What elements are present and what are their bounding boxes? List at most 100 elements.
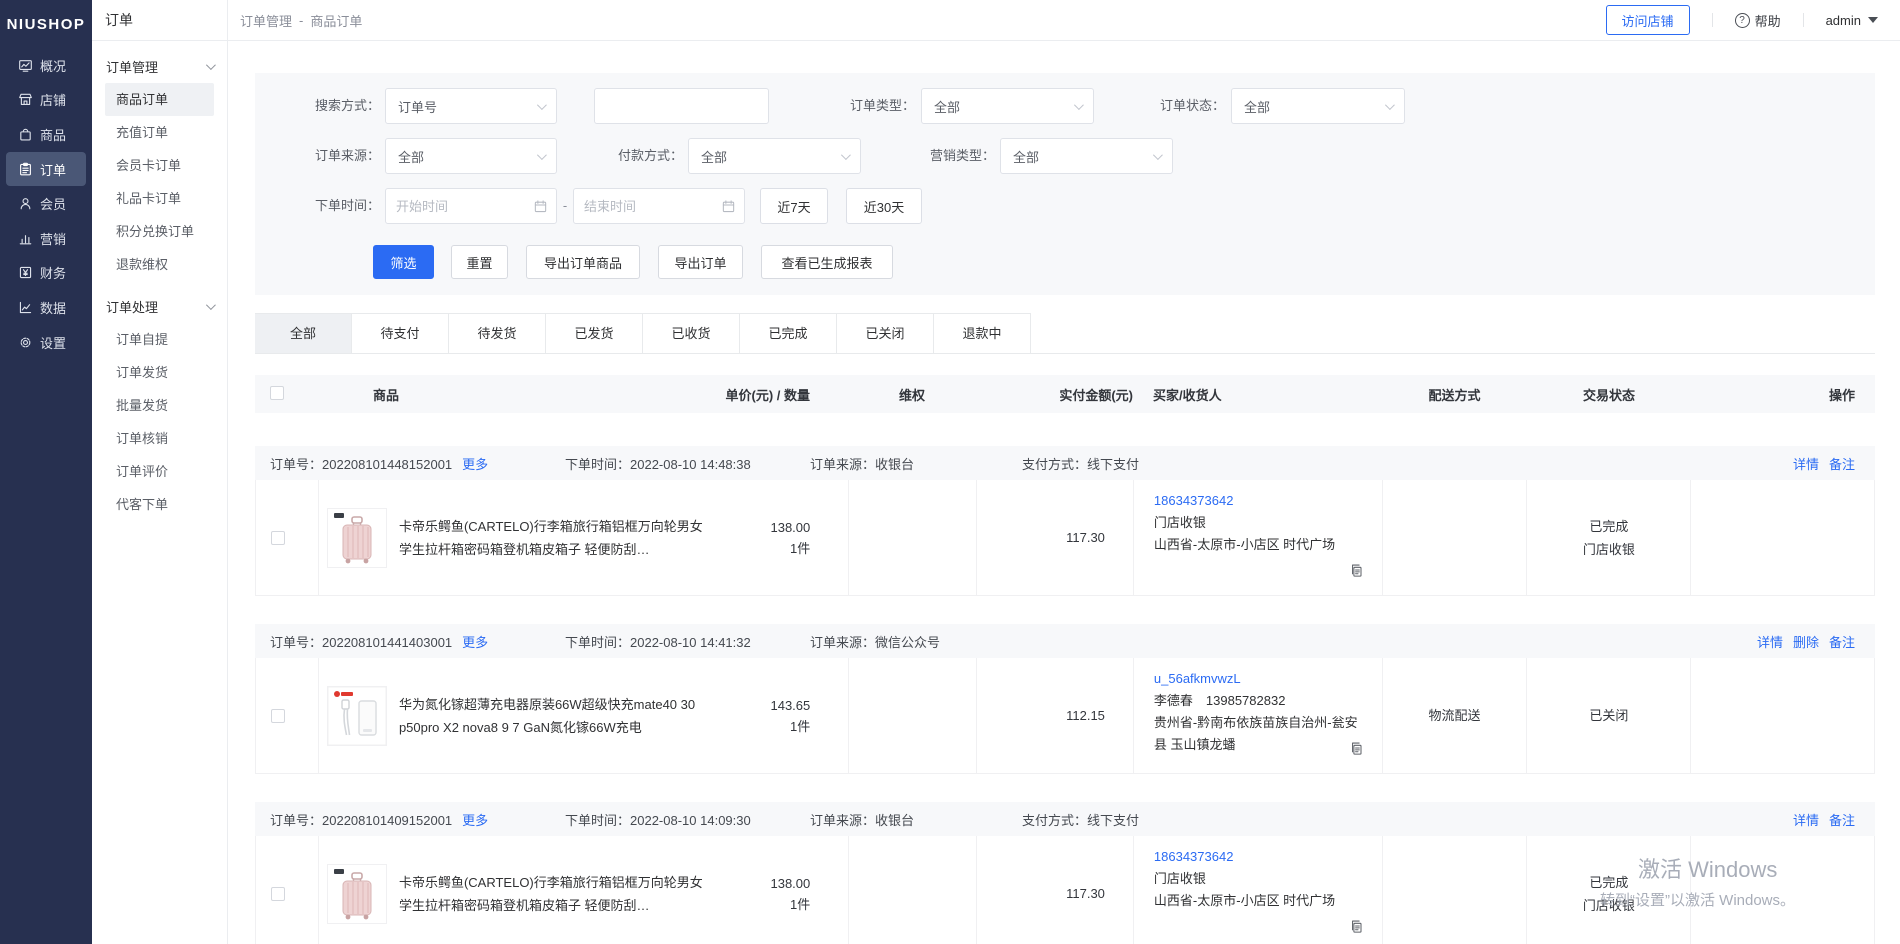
order-action-link[interactable]: 详情: [1793, 457, 1819, 472]
trade-status-line: 已完成: [1589, 515, 1628, 538]
order-action-link[interactable]: 备注: [1829, 813, 1855, 828]
submenu-group-header[interactable]: 订单管理: [92, 50, 227, 83]
sidebar-item[interactable]: 数据: [0, 290, 92, 325]
status-tab[interactable]: 已收货: [643, 313, 740, 353]
order-action-link[interactable]: 删除: [1793, 635, 1819, 650]
filter-button[interactable]: 筛选: [373, 245, 434, 279]
select-all-cell: [255, 386, 317, 403]
end-date-field[interactable]: [573, 188, 745, 224]
top-bar: 订单管理 - 商品订单 访问店铺 ? 帮助 admin: [228, 0, 1900, 41]
product-qty: 1件: [770, 538, 810, 559]
status-tab[interactable]: 待支付: [352, 313, 449, 353]
start-date-field[interactable]: [385, 188, 557, 224]
sidebar-item[interactable]: 概况: [0, 48, 92, 83]
pay-type-value: 全部: [701, 147, 727, 166]
more-link[interactable]: 更多: [462, 457, 488, 472]
status-tab[interactable]: 已发货: [546, 313, 643, 353]
order-action-link[interactable]: 详情: [1793, 813, 1819, 828]
start-date-input[interactable]: [396, 199, 533, 214]
promotion-type-select[interactable]: 全部: [1000, 138, 1173, 174]
order-action-link[interactable]: 备注: [1829, 635, 1855, 650]
product-image: [327, 686, 387, 746]
search-input[interactable]: [594, 88, 769, 124]
sidebar-item[interactable]: 订单: [6, 152, 86, 187]
app-logo: NIUSHOP: [0, 0, 92, 48]
trade-status-line: 门店收银: [1583, 894, 1635, 917]
help-link[interactable]: ? 帮助: [1735, 11, 1781, 30]
row-checkbox[interactable]: [271, 887, 285, 901]
col-trade-status: 交易状态: [1527, 385, 1691, 404]
buyer-name-link[interactable]: u_56afkmvwzL: [1154, 668, 1362, 690]
copy-address-icon[interactable]: [1349, 741, 1364, 763]
submenu-item[interactable]: 订单自提: [92, 323, 227, 356]
export-order-goods-button[interactable]: 导出订单商品: [526, 245, 640, 279]
submenu-item[interactable]: 退款维权: [92, 248, 227, 281]
more-link[interactable]: 更多: [462, 813, 488, 828]
sidebar-item[interactable]: 店铺: [0, 83, 92, 118]
row-checkbox[interactable]: [271, 709, 285, 723]
copy-address-icon[interactable]: [1349, 563, 1364, 585]
order-action-link[interactable]: 备注: [1829, 457, 1855, 472]
submenu-item[interactable]: 订单评价: [92, 455, 227, 488]
submenu-item[interactable]: 礼品卡订单: [92, 182, 227, 215]
submenu-item[interactable]: 代客下单: [92, 488, 227, 521]
status-tab[interactable]: 退款中: [934, 313, 1031, 353]
promotion-type-value: 全部: [1013, 147, 1039, 166]
sidebar-item[interactable]: 会员: [0, 186, 92, 221]
submenu-item[interactable]: 订单核销: [92, 422, 227, 455]
refund-cell: [848, 658, 976, 773]
more-link[interactable]: 更多: [462, 635, 488, 650]
primary-sidebar: NIUSHOP 概况 店铺 商品: [0, 0, 92, 944]
operations-cell: [1690, 480, 1874, 595]
row-checkbox[interactable]: [271, 531, 285, 545]
order-action-link[interactable]: 详情: [1757, 635, 1783, 650]
submenu-item[interactable]: 会员卡订单: [92, 149, 227, 182]
status-tab[interactable]: 待发货: [449, 313, 546, 353]
order-type-value: 全部: [934, 97, 960, 116]
sidebar-item[interactable]: 财务: [0, 256, 92, 291]
submenu-item[interactable]: 商品订单: [105, 83, 214, 116]
status-tab[interactable]: 已关闭: [837, 313, 934, 353]
chevron-down-icon: [1153, 150, 1163, 160]
search-type-select[interactable]: 订单号: [385, 88, 557, 124]
reset-button[interactable]: 重置: [451, 245, 508, 279]
submenu-group-header[interactable]: 订单处理: [92, 290, 227, 323]
row-checkbox-cell: [256, 658, 318, 773]
order-meta-bar: 订单号：202208101409152001更多 下单时间：2022-08-10…: [255, 802, 1875, 836]
status-tab[interactable]: 全部: [255, 313, 352, 353]
delivery-cell: [1382, 836, 1527, 944]
last-30-days-button[interactable]: 近30天: [846, 188, 922, 224]
order-no: 订单号：202208101448152001更多: [270, 454, 565, 473]
submenu-item[interactable]: 积分兑换订单: [92, 215, 227, 248]
submenu-item[interactable]: 批量发货: [92, 389, 227, 422]
sidebar-item[interactable]: 商品: [0, 117, 92, 152]
pay-type-select[interactable]: 全部: [688, 138, 861, 174]
end-date-input[interactable]: [584, 199, 721, 214]
price-qty: 138.00 1件: [770, 873, 848, 915]
visit-shop-button[interactable]: 访问店铺: [1606, 5, 1690, 35]
row-checkbox-cell: [256, 480, 318, 595]
sidebar-item-icon: [17, 126, 33, 142]
submenu-item[interactable]: 订单发货: [92, 356, 227, 389]
sidebar-item[interactable]: 设置: [0, 325, 92, 360]
order-source-value: 全部: [398, 147, 424, 166]
status-tab[interactable]: 已完成: [740, 313, 837, 353]
table-header: 商品 单价(元) / 数量 维权 实付金额(元) 买家/收货人 配送方式 交易状…: [255, 375, 1875, 413]
sidebar-item[interactable]: 营销: [0, 221, 92, 256]
buyer-name-link[interactable]: 18634373642: [1154, 490, 1362, 512]
copy-address-icon[interactable]: [1349, 919, 1364, 941]
last-7-days-button[interactable]: 近7天: [760, 188, 828, 224]
order-status-select[interactable]: 全部: [1231, 88, 1405, 124]
select-all-checkbox[interactable]: [270, 386, 284, 400]
buyer-name-link[interactable]: 18634373642: [1154, 846, 1362, 868]
user-menu[interactable]: admin: [1826, 13, 1878, 28]
user-name: admin: [1826, 13, 1861, 28]
submenu-group-items: 订单自提 订单发货 批量发货 订单核销 订单评价 代客下单: [92, 323, 227, 521]
submenu-item[interactable]: 充值订单: [92, 116, 227, 149]
view-report-button[interactable]: 查看已生成报表: [761, 245, 893, 279]
breadcrumb-section[interactable]: 订单管理: [240, 11, 292, 30]
export-order-button[interactable]: 导出订单: [658, 245, 743, 279]
divider: [1712, 13, 1713, 27]
sidebar-item-icon: [17, 92, 33, 108]
order-source-select[interactable]: 全部: [385, 138, 557, 174]
